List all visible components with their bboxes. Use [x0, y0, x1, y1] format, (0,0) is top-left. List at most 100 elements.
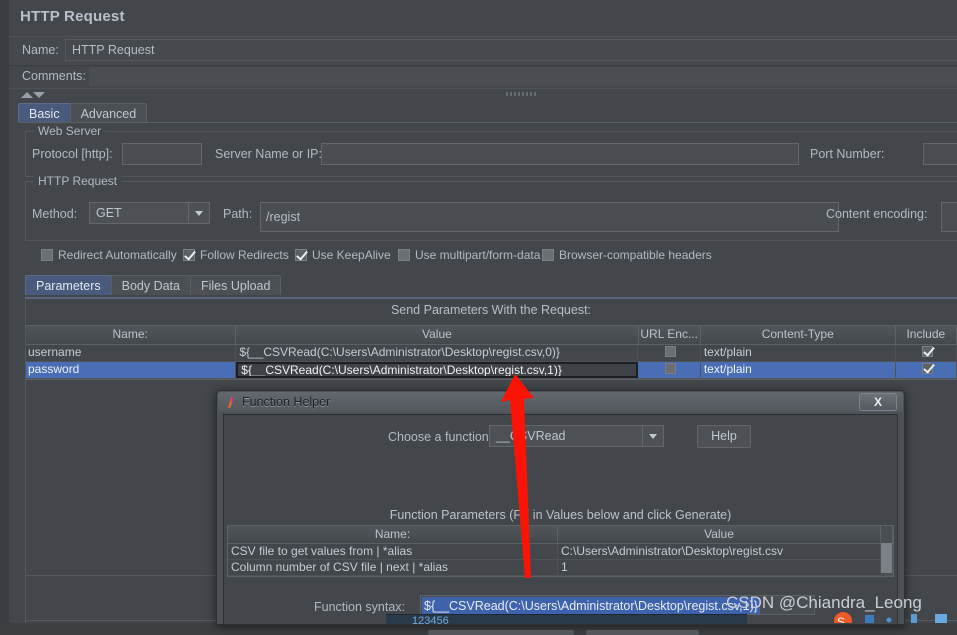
- header-scroll-spacer: [881, 526, 893, 543]
- cell-param-name[interactable]: Column number of CSV file | next | *alia…: [228, 560, 558, 575]
- name-input[interactable]: [65, 39, 957, 61]
- checkbox-box-icon[interactable]: [665, 346, 677, 357]
- col-header-param-name[interactable]: Name:: [228, 526, 558, 543]
- splitter-grip-icon[interactable]: [506, 92, 536, 96]
- parameters-table: Name: Value URL Enc... Content-Type Incl…: [25, 325, 957, 380]
- function-parameters-table: Name: Value CSV file to get values from …: [227, 525, 894, 577]
- generate-button-partial[interactable]: [428, 630, 574, 635]
- request-options-row: Redirect Automatically Follow Redirects …: [25, 248, 957, 266]
- comments-input[interactable]: [89, 67, 957, 86]
- watermark: CSDN @Chiandra_Leong: [726, 593, 922, 612]
- parameters-tabs: Parameters Body Data Files Upload: [25, 275, 282, 295]
- content-encoding-label: Content encoding:: [826, 207, 928, 221]
- checkbox-box-icon[interactable]: [295, 249, 307, 261]
- cell-url-encode[interactable]: [638, 345, 701, 361]
- cell-content-type[interactable]: text/plain: [701, 345, 896, 361]
- parameters-table-header: Name: Value URL Enc... Content-Type Incl…: [25, 326, 957, 345]
- function-dropdown[interactable]: __CSVRead: [489, 425, 664, 447]
- checkbox-box-icon[interactable]: [398, 249, 410, 261]
- col-header-name[interactable]: Name:: [25, 326, 237, 344]
- main-tabs-underline: [18, 122, 957, 123]
- col-header-value[interactable]: Value: [236, 326, 639, 344]
- web-server-group: Web Server Protocol [http]: Server Name …: [25, 124, 957, 177]
- method-dropdown-value: GET: [96, 206, 122, 220]
- tab-body-data[interactable]: Body Data: [110, 275, 191, 295]
- choose-function-label: Choose a function: [388, 430, 489, 444]
- checkbox-follow-redirects[interactable]: Follow Redirects: [183, 248, 289, 262]
- checkbox-box-icon[interactable]: [542, 249, 554, 261]
- method-dropdown[interactable]: GET: [89, 202, 210, 224]
- col-header-url-encode[interactable]: URL Enc...: [639, 326, 701, 344]
- col-header-content-type[interactable]: Content-Type: [701, 326, 896, 344]
- checkbox-redirect-automatically[interactable]: Redirect Automatically: [41, 248, 177, 262]
- path-input[interactable]: [260, 202, 839, 232]
- panel-splitter[interactable]: [9, 89, 957, 101]
- table-row[interactable]: CSV file to get values from | *alias C:\…: [228, 544, 893, 560]
- name-row: Name:: [9, 37, 957, 66]
- checkbox-use-multipart-form-data[interactable]: Use multipart/form-data: [398, 248, 540, 262]
- checkbox-use-keepalive[interactable]: Use KeepAlive: [295, 248, 391, 262]
- chevron-down-icon[interactable]: [642, 426, 663, 446]
- send-parameters-caption: Send Parameters With the Request:: [390, 303, 592, 317]
- cell-include[interactable]: [896, 362, 957, 378]
- chevron-down-icon[interactable]: [188, 203, 209, 223]
- checkbox-label: Use KeepAlive: [312, 248, 391, 262]
- collapse-down-icon[interactable]: [33, 92, 45, 98]
- checkbox-box-icon[interactable]: [183, 249, 195, 261]
- comments-label: Comments:: [22, 69, 86, 83]
- cell-param-name[interactable]: CSV file to get values from | *alias: [228, 544, 558, 559]
- web-server-group-title: Web Server: [34, 124, 106, 138]
- port-number-label: Port Number:: [810, 147, 885, 161]
- cell-content-type[interactable]: text/plain: [701, 362, 896, 378]
- protocol-label: Protocol [http]:: [32, 147, 113, 161]
- help-button[interactable]: Help: [697, 425, 751, 448]
- protocol-input[interactable]: [122, 143, 202, 165]
- background-window-text: 123456: [412, 615, 449, 627]
- checkbox-box-icon[interactable]: [41, 249, 53, 261]
- main-tabs: Basic Advanced: [18, 103, 148, 123]
- name-label: Name:: [22, 43, 59, 57]
- cell-name[interactable]: username: [25, 345, 237, 361]
- close-icon[interactable]: X: [859, 393, 897, 411]
- function-syntax-value: ${__CSVRead(C:\Users\Administrator\Deskt…: [422, 597, 760, 614]
- checkbox-box-icon[interactable]: [921, 363, 933, 374]
- function-parameters-header: Name: Value: [228, 526, 893, 544]
- copy-button-partial[interactable]: [586, 630, 699, 635]
- tab-files-upload[interactable]: Files Upload: [189, 275, 282, 295]
- cell-value-editor[interactable]: ${__CSVRead(C:\Users\Administrator\Deskt…: [236, 362, 639, 378]
- cell-param-value[interactable]: C:\Users\Administrator\Desktop\regist.cs…: [558, 544, 881, 559]
- page-title: HTTP Request: [20, 8, 125, 25]
- cell-name[interactable]: password: [25, 362, 237, 378]
- server-name-label: Server Name or IP:: [215, 147, 322, 161]
- cell-url-encode[interactable]: [638, 362, 701, 378]
- dialog-title-bar[interactable]: Function Helper X: [218, 392, 903, 412]
- table-row[interactable]: Column number of CSV file | next | *alia…: [228, 560, 893, 576]
- cell-param-value[interactable]: 1: [558, 560, 881, 575]
- tab-advanced[interactable]: Advanced: [69, 103, 148, 123]
- checkbox-box-icon[interactable]: [665, 363, 677, 374]
- collapse-up-icon[interactable]: [21, 92, 33, 98]
- cell-include[interactable]: [896, 345, 957, 361]
- tab-basic[interactable]: Basic: [18, 103, 71, 123]
- function-dropdown-value: __CSVRead: [496, 429, 566, 443]
- taskbar-icons: S: [834, 612, 947, 623]
- port-number-input[interactable]: [923, 143, 957, 165]
- tab-parameters[interactable]: Parameters: [25, 275, 112, 295]
- table-row[interactable]: password ${__CSVRead(C:\Users\Administra…: [25, 362, 957, 379]
- panel-title-bar: HTTP Request: [9, 0, 957, 36]
- function-syntax-label: Function syntax:: [314, 600, 406, 614]
- checkbox-browser-compatible-headers[interactable]: Browser-compatible headers: [542, 248, 712, 262]
- table-row[interactable]: username ${__CSVRead(C:\Users\Administra…: [25, 345, 957, 362]
- checkbox-label: Browser-compatible headers: [559, 248, 712, 262]
- svg-text:S: S: [837, 615, 845, 623]
- cell-value[interactable]: ${__CSVRead(C:\Users\Administrator\Deskt…: [236, 345, 639, 361]
- server-name-input[interactable]: [321, 143, 799, 165]
- content-encoding-input[interactable]: [941, 202, 957, 232]
- vertical-scrollbar[interactable]: [881, 543, 892, 573]
- path-label: Path:: [223, 207, 253, 221]
- function-helper-dialog: Function Helper X Choose a function __CS…: [216, 390, 905, 635]
- col-header-param-value[interactable]: Value: [558, 526, 881, 543]
- col-header-include[interactable]: Include: [896, 326, 957, 344]
- jmeter-http-request-panel: HTTP Request Name: Comments: BasicAdvanc…: [0, 0, 957, 635]
- checkbox-box-icon[interactable]: [921, 346, 933, 357]
